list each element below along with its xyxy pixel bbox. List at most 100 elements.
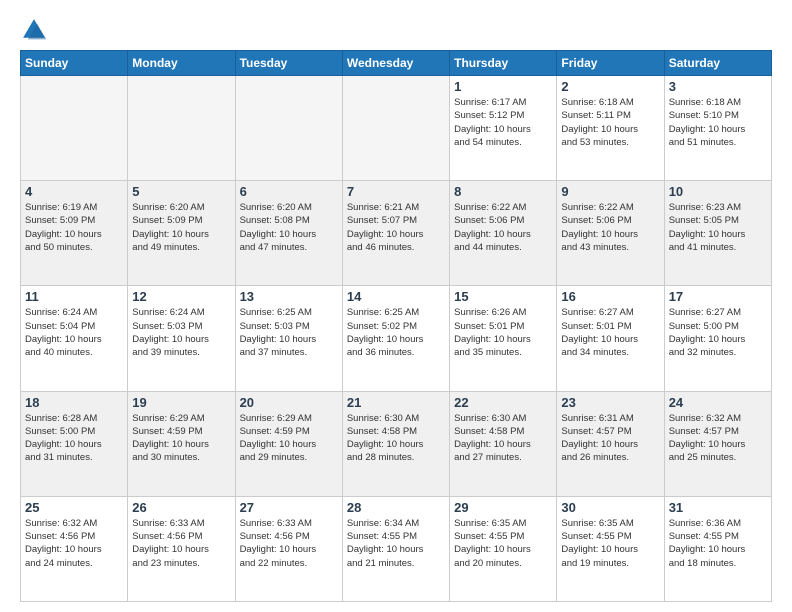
calendar-week-1: 1Sunrise: 6:17 AMSunset: 5:12 PMDaylight… bbox=[21, 76, 772, 181]
daylight-hours: Daylight: 10 hours bbox=[561, 438, 659, 451]
calendar-cell: 20Sunrise: 6:29 AMSunset: 4:59 PMDayligh… bbox=[235, 391, 342, 496]
continuation-text: and 54 minutes. bbox=[454, 136, 552, 149]
daylight-hours: Daylight: 10 hours bbox=[25, 438, 123, 451]
cell-info: Sunrise: 6:34 AMSunset: 4:55 PMDaylight:… bbox=[347, 517, 445, 570]
calendar-cell: 12 Sunrise: 6:24 AMSunset: 5:03 PMDayligh… bbox=[128, 286, 235, 391]
cell-info: Sunrise: 6:33 AMSunset: 4:56 PMDaylight:… bbox=[132, 517, 230, 570]
day-number: 16 bbox=[561, 289, 659, 304]
calendar-header-friday: Friday bbox=[557, 51, 664, 76]
sunrise-info: Sunrise: 6:33 AM bbox=[240, 517, 338, 530]
daylight-hours: Daylight: 10 hours bbox=[561, 228, 659, 241]
calendar-cell: 25Sunrise: 6:32 AMSunset: 4:56 PMDayligh… bbox=[21, 496, 128, 601]
sunset-info: Sunset: 5:03 PM bbox=[240, 320, 338, 333]
cell-info: Sunrise: 6:25 AMSunset: 5:03 PMDaylight:… bbox=[240, 306, 338, 359]
day-number: 27 bbox=[240, 500, 338, 515]
continuation-text: and 32 minutes. bbox=[669, 346, 767, 359]
daylight-hours: Daylight: 10 hours bbox=[454, 123, 552, 136]
calendar-week-5: 25Sunrise: 6:32 AMSunset: 4:56 PMDayligh… bbox=[21, 496, 772, 601]
sunset-info: Sunset: 4:55 PM bbox=[669, 530, 767, 543]
calendar-cell: 19Sunrise: 6:29 AMSunset: 4:59 PMDayligh… bbox=[128, 391, 235, 496]
cell-info: Sunrise: 6:19 AMSunset: 5:09 PMDaylight:… bbox=[25, 201, 123, 254]
calendar-cell: 9 Sunrise: 6:22 AMSunset: 5:06 PMDaylight… bbox=[557, 181, 664, 286]
sunrise-info: Sunrise: 6:35 AM bbox=[454, 517, 552, 530]
sunrise-info: Sunrise: 6:35 AM bbox=[561, 517, 659, 530]
sunrise-info: Sunrise: 6:22 AM bbox=[561, 201, 659, 214]
daylight-hours: Daylight: 10 hours bbox=[132, 228, 230, 241]
continuation-text: and 28 minutes. bbox=[347, 451, 445, 464]
continuation-text: and 24 minutes. bbox=[25, 557, 123, 570]
sunrise-info: Sunrise: 6:34 AM bbox=[347, 517, 445, 530]
day-number: 8 bbox=[454, 184, 552, 199]
cell-info: Sunrise: 6:17 AMSunset: 5:12 PMDaylight:… bbox=[454, 96, 552, 149]
day-number: 23 bbox=[561, 395, 659, 410]
sunrise-info: Sunrise: 6:19 AM bbox=[25, 201, 123, 214]
page: SundayMondayTuesdayWednesdayThursdayFrid… bbox=[0, 0, 792, 612]
day-number: 11 bbox=[25, 289, 123, 304]
calendar-cell: 2 Sunrise: 6:18 AMSunset: 5:11 PMDaylight… bbox=[557, 76, 664, 181]
calendar-header-row: SundayMondayTuesdayWednesdayThursdayFrid… bbox=[21, 51, 772, 76]
calendar-cell: 6Sunrise: 6:20 AMSunset: 5:08 PMDaylight… bbox=[235, 181, 342, 286]
day-number: 12 bbox=[132, 289, 230, 304]
daylight-hours: Daylight: 10 hours bbox=[347, 333, 445, 346]
sunrise-info: Sunrise: 6:30 AM bbox=[347, 412, 445, 425]
cell-info: Sunrise: 6:24 AMSunset: 5:03 PMDaylight:… bbox=[132, 306, 230, 359]
daylight-hours: Daylight: 10 hours bbox=[454, 543, 552, 556]
cell-info: Sunrise: 6:22 AMSunset: 5:06 PMDaylight:… bbox=[561, 201, 659, 254]
continuation-text: and 41 minutes. bbox=[669, 241, 767, 254]
calendar-cell: 26Sunrise: 6:33 AMSunset: 4:56 PMDayligh… bbox=[128, 496, 235, 601]
daylight-hours: Daylight: 10 hours bbox=[561, 543, 659, 556]
day-number: 14 bbox=[347, 289, 445, 304]
calendar-cell: 7Sunrise: 6:21 AMSunset: 5:07 PMDaylight… bbox=[342, 181, 449, 286]
cell-info: Sunrise: 6:27 AMSunset: 5:00 PMDaylight:… bbox=[669, 306, 767, 359]
continuation-text: and 51 minutes. bbox=[669, 136, 767, 149]
daylight-hours: Daylight: 10 hours bbox=[132, 543, 230, 556]
cell-info: Sunrise: 6:18 AMSunset: 5:11 PMDaylight:… bbox=[561, 96, 659, 149]
sunset-info: Sunset: 4:56 PM bbox=[240, 530, 338, 543]
day-number: 2 bbox=[561, 79, 659, 94]
daylight-hours: Daylight: 10 hours bbox=[669, 123, 767, 136]
daylight-hours: Daylight: 10 hours bbox=[347, 438, 445, 451]
calendar-cell: 29Sunrise: 6:35 AMSunset: 4:55 PMDayligh… bbox=[450, 496, 557, 601]
sunset-info: Sunset: 4:55 PM bbox=[561, 530, 659, 543]
day-number: 30 bbox=[561, 500, 659, 515]
continuation-text: and 26 minutes. bbox=[561, 451, 659, 464]
sunrise-info: Sunrise: 6:26 AM bbox=[454, 306, 552, 319]
calendar-cell: 30 Sunrise: 6:35 AMSunset: 4:55 PMDayligh… bbox=[557, 496, 664, 601]
day-number: 9 bbox=[561, 184, 659, 199]
sunset-info: Sunset: 4:58 PM bbox=[347, 425, 445, 438]
calendar-cell: 1Sunrise: 6:17 AMSunset: 5:12 PMDaylight… bbox=[450, 76, 557, 181]
daylight-hours: Daylight: 10 hours bbox=[347, 543, 445, 556]
cell-info: Sunrise: 6:29 AMSunset: 4:59 PMDaylight:… bbox=[240, 412, 338, 465]
cell-info: Sunrise: 6:20 AMSunset: 5:09 PMDaylight:… bbox=[132, 201, 230, 254]
cell-info: Sunrise: 6:30 AMSunset: 4:58 PMDaylight:… bbox=[454, 412, 552, 465]
sunset-info: Sunset: 5:06 PM bbox=[561, 214, 659, 227]
continuation-text: and 47 minutes. bbox=[240, 241, 338, 254]
calendar-cell bbox=[128, 76, 235, 181]
daylight-hours: Daylight: 10 hours bbox=[240, 543, 338, 556]
logo bbox=[20, 16, 52, 44]
sunset-info: Sunset: 5:10 PM bbox=[669, 109, 767, 122]
continuation-text: and 53 minutes. bbox=[561, 136, 659, 149]
calendar-week-4: 18Sunrise: 6:28 AMSunset: 5:00 PMDayligh… bbox=[21, 391, 772, 496]
continuation-text: and 43 minutes. bbox=[561, 241, 659, 254]
daylight-hours: Daylight: 10 hours bbox=[669, 333, 767, 346]
continuation-text: and 46 minutes. bbox=[347, 241, 445, 254]
sunrise-info: Sunrise: 6:25 AM bbox=[347, 306, 445, 319]
calendar-cell bbox=[342, 76, 449, 181]
sunrise-info: Sunrise: 6:21 AM bbox=[347, 201, 445, 214]
sunrise-info: Sunrise: 6:24 AM bbox=[132, 306, 230, 319]
day-number: 31 bbox=[669, 500, 767, 515]
sunrise-info: Sunrise: 6:27 AM bbox=[669, 306, 767, 319]
calendar-cell bbox=[21, 76, 128, 181]
calendar-header-wednesday: Wednesday bbox=[342, 51, 449, 76]
cell-info: Sunrise: 6:32 AMSunset: 4:57 PMDaylight:… bbox=[669, 412, 767, 465]
day-number: 28 bbox=[347, 500, 445, 515]
continuation-text: and 21 minutes. bbox=[347, 557, 445, 570]
calendar-cell: 10Sunrise: 6:23 AMSunset: 5:05 PMDayligh… bbox=[664, 181, 771, 286]
cell-info: Sunrise: 6:27 AMSunset: 5:01 PMDaylight:… bbox=[561, 306, 659, 359]
calendar-header-tuesday: Tuesday bbox=[235, 51, 342, 76]
sunset-info: Sunset: 5:08 PM bbox=[240, 214, 338, 227]
sunrise-info: Sunrise: 6:20 AM bbox=[240, 201, 338, 214]
day-number: 5 bbox=[132, 184, 230, 199]
day-number: 25 bbox=[25, 500, 123, 515]
